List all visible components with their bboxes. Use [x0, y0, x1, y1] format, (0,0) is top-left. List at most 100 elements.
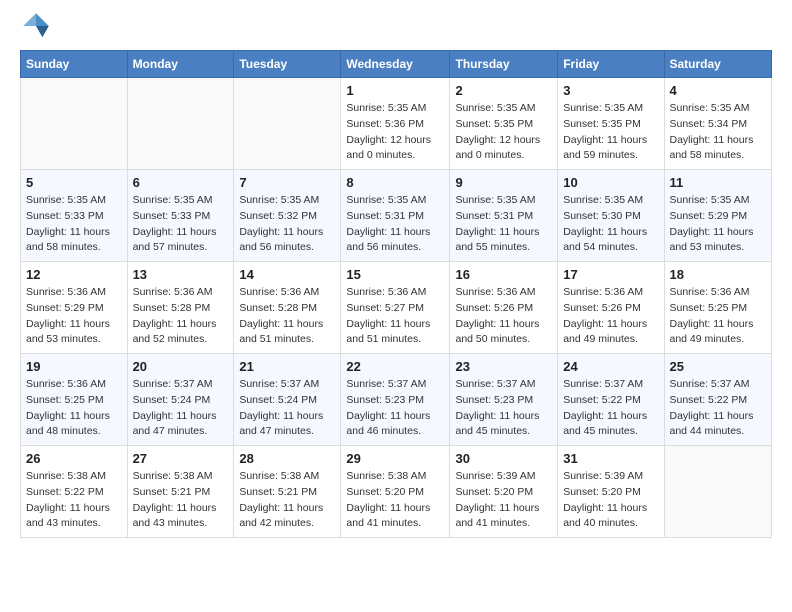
- day-cell: 4 Sunrise: 5:35 AMSunset: 5:34 PMDaylight…: [664, 78, 772, 170]
- day-detail: Sunrise: 5:37 AMSunset: 5:23 PMDaylight:…: [346, 377, 444, 440]
- day-cell: 24 Sunrise: 5:37 AMSunset: 5:22 PMDayligh…: [558, 354, 664, 446]
- day-cell: [664, 446, 772, 538]
- day-detail: Sunrise: 5:36 AMSunset: 5:26 PMDaylight:…: [455, 285, 552, 348]
- day-detail: Sunrise: 5:36 AMSunset: 5:26 PMDaylight:…: [563, 285, 658, 348]
- day-cell: 28Sunrise: 5:38 AMSunset: 5:21 PMDayligh…: [234, 446, 341, 538]
- day-detail: Sunrise: 5:36 AMSunset: 5:29 PMDaylight:…: [26, 285, 122, 348]
- day-cell: 8 Sunrise: 5:35 AMSunset: 5:31 PMDaylight…: [341, 170, 450, 262]
- day-cell: 1Sunrise: 5:35 AMSunset: 5:36 PMDaylight…: [341, 78, 450, 170]
- day-number: 21: [239, 359, 335, 374]
- day-detail: Sunrise: 5:37 AMSunset: 5:23 PMDaylight:…: [455, 377, 552, 440]
- day-number: 3: [563, 83, 658, 98]
- day-detail: Sunrise: 5:37 AMSunset: 5:24 PMDaylight:…: [239, 377, 335, 440]
- day-cell: 31Sunrise: 5:39 AMSunset: 5:20 PMDayligh…: [558, 446, 664, 538]
- day-detail: Sunrise: 5:36 AMSunset: 5:28 PMDaylight:…: [239, 285, 335, 348]
- page-header: [20, 10, 772, 42]
- day-detail: Sunrise: 5:38 AMSunset: 5:20 PMDaylight:…: [346, 469, 444, 532]
- header-cell-friday: Friday: [558, 51, 664, 78]
- day-number: 27: [133, 451, 229, 466]
- day-number: 22: [346, 359, 444, 374]
- day-cell: 14Sunrise: 5:36 AMSunset: 5:28 PMDayligh…: [234, 262, 341, 354]
- day-number: 19: [26, 359, 122, 374]
- day-number: 25: [670, 359, 767, 374]
- day-detail: Sunrise: 5:35 AMSunset: 5:36 PMDaylight:…: [346, 101, 444, 164]
- day-number: 9: [455, 175, 552, 190]
- day-number: 11: [670, 175, 767, 190]
- day-number: 13: [133, 267, 229, 282]
- week-row-3: 12 Sunrise: 5:36 AMSunset: 5:29 PMDayligh…: [21, 262, 772, 354]
- header-cell-sunday: Sunday: [21, 51, 128, 78]
- day-detail: Sunrise: 5:35 AMSunset: 5:31 PMDaylight:…: [346, 193, 444, 256]
- day-cell: 13 Sunrise: 5:36 AMSunset: 5:28 PMDayligh…: [127, 262, 234, 354]
- day-number: 30: [455, 451, 552, 466]
- day-number: 8: [346, 175, 444, 190]
- day-cell: 3 Sunrise: 5:35 AMSunset: 5:35 PMDaylight…: [558, 78, 664, 170]
- day-number: 7: [239, 175, 335, 190]
- day-cell: 18 Sunrise: 5:36 AMSunset: 5:25 PMDayligh…: [664, 262, 772, 354]
- day-detail: Sunrise: 5:35 AMSunset: 5:35 PMDaylight:…: [455, 101, 552, 164]
- day-cell: 2 Sunrise: 5:35 AMSunset: 5:35 PMDaylight…: [450, 78, 558, 170]
- day-detail: Sunrise: 5:36 AMSunset: 5:28 PMDaylight:…: [133, 285, 229, 348]
- day-cell: 26 Sunrise: 5:38 AMSunset: 5:22 PMDayligh…: [21, 446, 128, 538]
- day-cell: 17 Sunrise: 5:36 AMSunset: 5:26 PMDayligh…: [558, 262, 664, 354]
- day-cell: 29 Sunrise: 5:38 AMSunset: 5:20 PMDayligh…: [341, 446, 450, 538]
- day-number: 17: [563, 267, 658, 282]
- day-number: 12: [26, 267, 122, 282]
- day-detail: Sunrise: 5:35 AMSunset: 5:35 PMDaylight:…: [563, 101, 658, 164]
- day-number: 2: [455, 83, 552, 98]
- header-cell-saturday: Saturday: [664, 51, 772, 78]
- day-cell: 25 Sunrise: 5:37 AMSunset: 5:22 PMDayligh…: [664, 354, 772, 446]
- day-detail: Sunrise: 5:35 AMSunset: 5:32 PMDaylight:…: [239, 193, 335, 256]
- day-cell: [21, 78, 128, 170]
- day-detail: Sunrise: 5:37 AMSunset: 5:22 PMDaylight:…: [670, 377, 767, 440]
- day-cell: 6Sunrise: 5:35 AMSunset: 5:33 PMDaylight…: [127, 170, 234, 262]
- day-cell: 12 Sunrise: 5:36 AMSunset: 5:29 PMDayligh…: [21, 262, 128, 354]
- day-cell: 30 Sunrise: 5:39 AMSunset: 5:20 PMDayligh…: [450, 446, 558, 538]
- day-cell: 5 Sunrise: 5:35 AMSunset: 5:33 PMDaylight…: [21, 170, 128, 262]
- calendar-table: SundayMondayTuesdayWednesdayThursdayFrid…: [20, 50, 772, 538]
- day-number: 18: [670, 267, 767, 282]
- day-detail: Sunrise: 5:35 AMSunset: 5:34 PMDaylight:…: [670, 101, 767, 164]
- day-cell: 21 Sunrise: 5:37 AMSunset: 5:24 PMDayligh…: [234, 354, 341, 446]
- day-number: 24: [563, 359, 658, 374]
- day-detail: Sunrise: 5:35 AMSunset: 5:29 PMDaylight:…: [670, 193, 767, 256]
- logo-icon: [20, 10, 52, 42]
- day-cell: 15Sunrise: 5:36 AMSunset: 5:27 PMDayligh…: [341, 262, 450, 354]
- day-number: 4: [670, 83, 767, 98]
- day-number: 29: [346, 451, 444, 466]
- week-row-5: 26 Sunrise: 5:38 AMSunset: 5:22 PMDayligh…: [21, 446, 772, 538]
- day-cell: 27 Sunrise: 5:38 AMSunset: 5:21 PMDayligh…: [127, 446, 234, 538]
- day-detail: Sunrise: 5:38 AMSunset: 5:21 PMDaylight:…: [133, 469, 229, 532]
- week-row-1: 1Sunrise: 5:35 AMSunset: 5:36 PMDaylight…: [21, 78, 772, 170]
- day-number: 26: [26, 451, 122, 466]
- logo: [20, 10, 56, 42]
- header-cell-wednesday: Wednesday: [341, 51, 450, 78]
- day-detail: Sunrise: 5:36 AMSunset: 5:25 PMDaylight:…: [26, 377, 122, 440]
- day-detail: Sunrise: 5:38 AMSunset: 5:22 PMDaylight:…: [26, 469, 122, 532]
- day-number: 20: [133, 359, 229, 374]
- day-detail: Sunrise: 5:37 AMSunset: 5:24 PMDaylight:…: [133, 377, 229, 440]
- day-cell: 19 Sunrise: 5:36 AMSunset: 5:25 PMDayligh…: [21, 354, 128, 446]
- day-cell: 22 Sunrise: 5:37 AMSunset: 5:23 PMDayligh…: [341, 354, 450, 446]
- calendar-header: SundayMondayTuesdayWednesdayThursdayFrid…: [21, 51, 772, 78]
- day-detail: Sunrise: 5:36 AMSunset: 5:25 PMDaylight:…: [670, 285, 767, 348]
- day-cell: 10Sunrise: 5:35 AMSunset: 5:30 PMDayligh…: [558, 170, 664, 262]
- day-cell: 23 Sunrise: 5:37 AMSunset: 5:23 PMDayligh…: [450, 354, 558, 446]
- day-number: 28: [239, 451, 335, 466]
- day-number: 5: [26, 175, 122, 190]
- day-cell: 20 Sunrise: 5:37 AMSunset: 5:24 PMDayligh…: [127, 354, 234, 446]
- day-number: 15: [346, 267, 444, 282]
- day-number: 6: [133, 175, 229, 190]
- week-row-4: 19 Sunrise: 5:36 AMSunset: 5:25 PMDayligh…: [21, 354, 772, 446]
- header-cell-tuesday: Tuesday: [234, 51, 341, 78]
- day-number: 23: [455, 359, 552, 374]
- day-detail: Sunrise: 5:35 AMSunset: 5:33 PMDaylight:…: [26, 193, 122, 256]
- day-detail: Sunrise: 5:37 AMSunset: 5:22 PMDaylight:…: [563, 377, 658, 440]
- day-cell: [127, 78, 234, 170]
- day-detail: Sunrise: 5:39 AMSunset: 5:20 PMDaylight:…: [563, 469, 658, 532]
- week-row-2: 5 Sunrise: 5:35 AMSunset: 5:33 PMDaylight…: [21, 170, 772, 262]
- day-detail: Sunrise: 5:35 AMSunset: 5:31 PMDaylight:…: [455, 193, 552, 256]
- day-detail: Sunrise: 5:39 AMSunset: 5:20 PMDaylight:…: [455, 469, 552, 532]
- day-cell: 9 Sunrise: 5:35 AMSunset: 5:31 PMDaylight…: [450, 170, 558, 262]
- day-cell: 11 Sunrise: 5:35 AMSunset: 5:29 PMDayligh…: [664, 170, 772, 262]
